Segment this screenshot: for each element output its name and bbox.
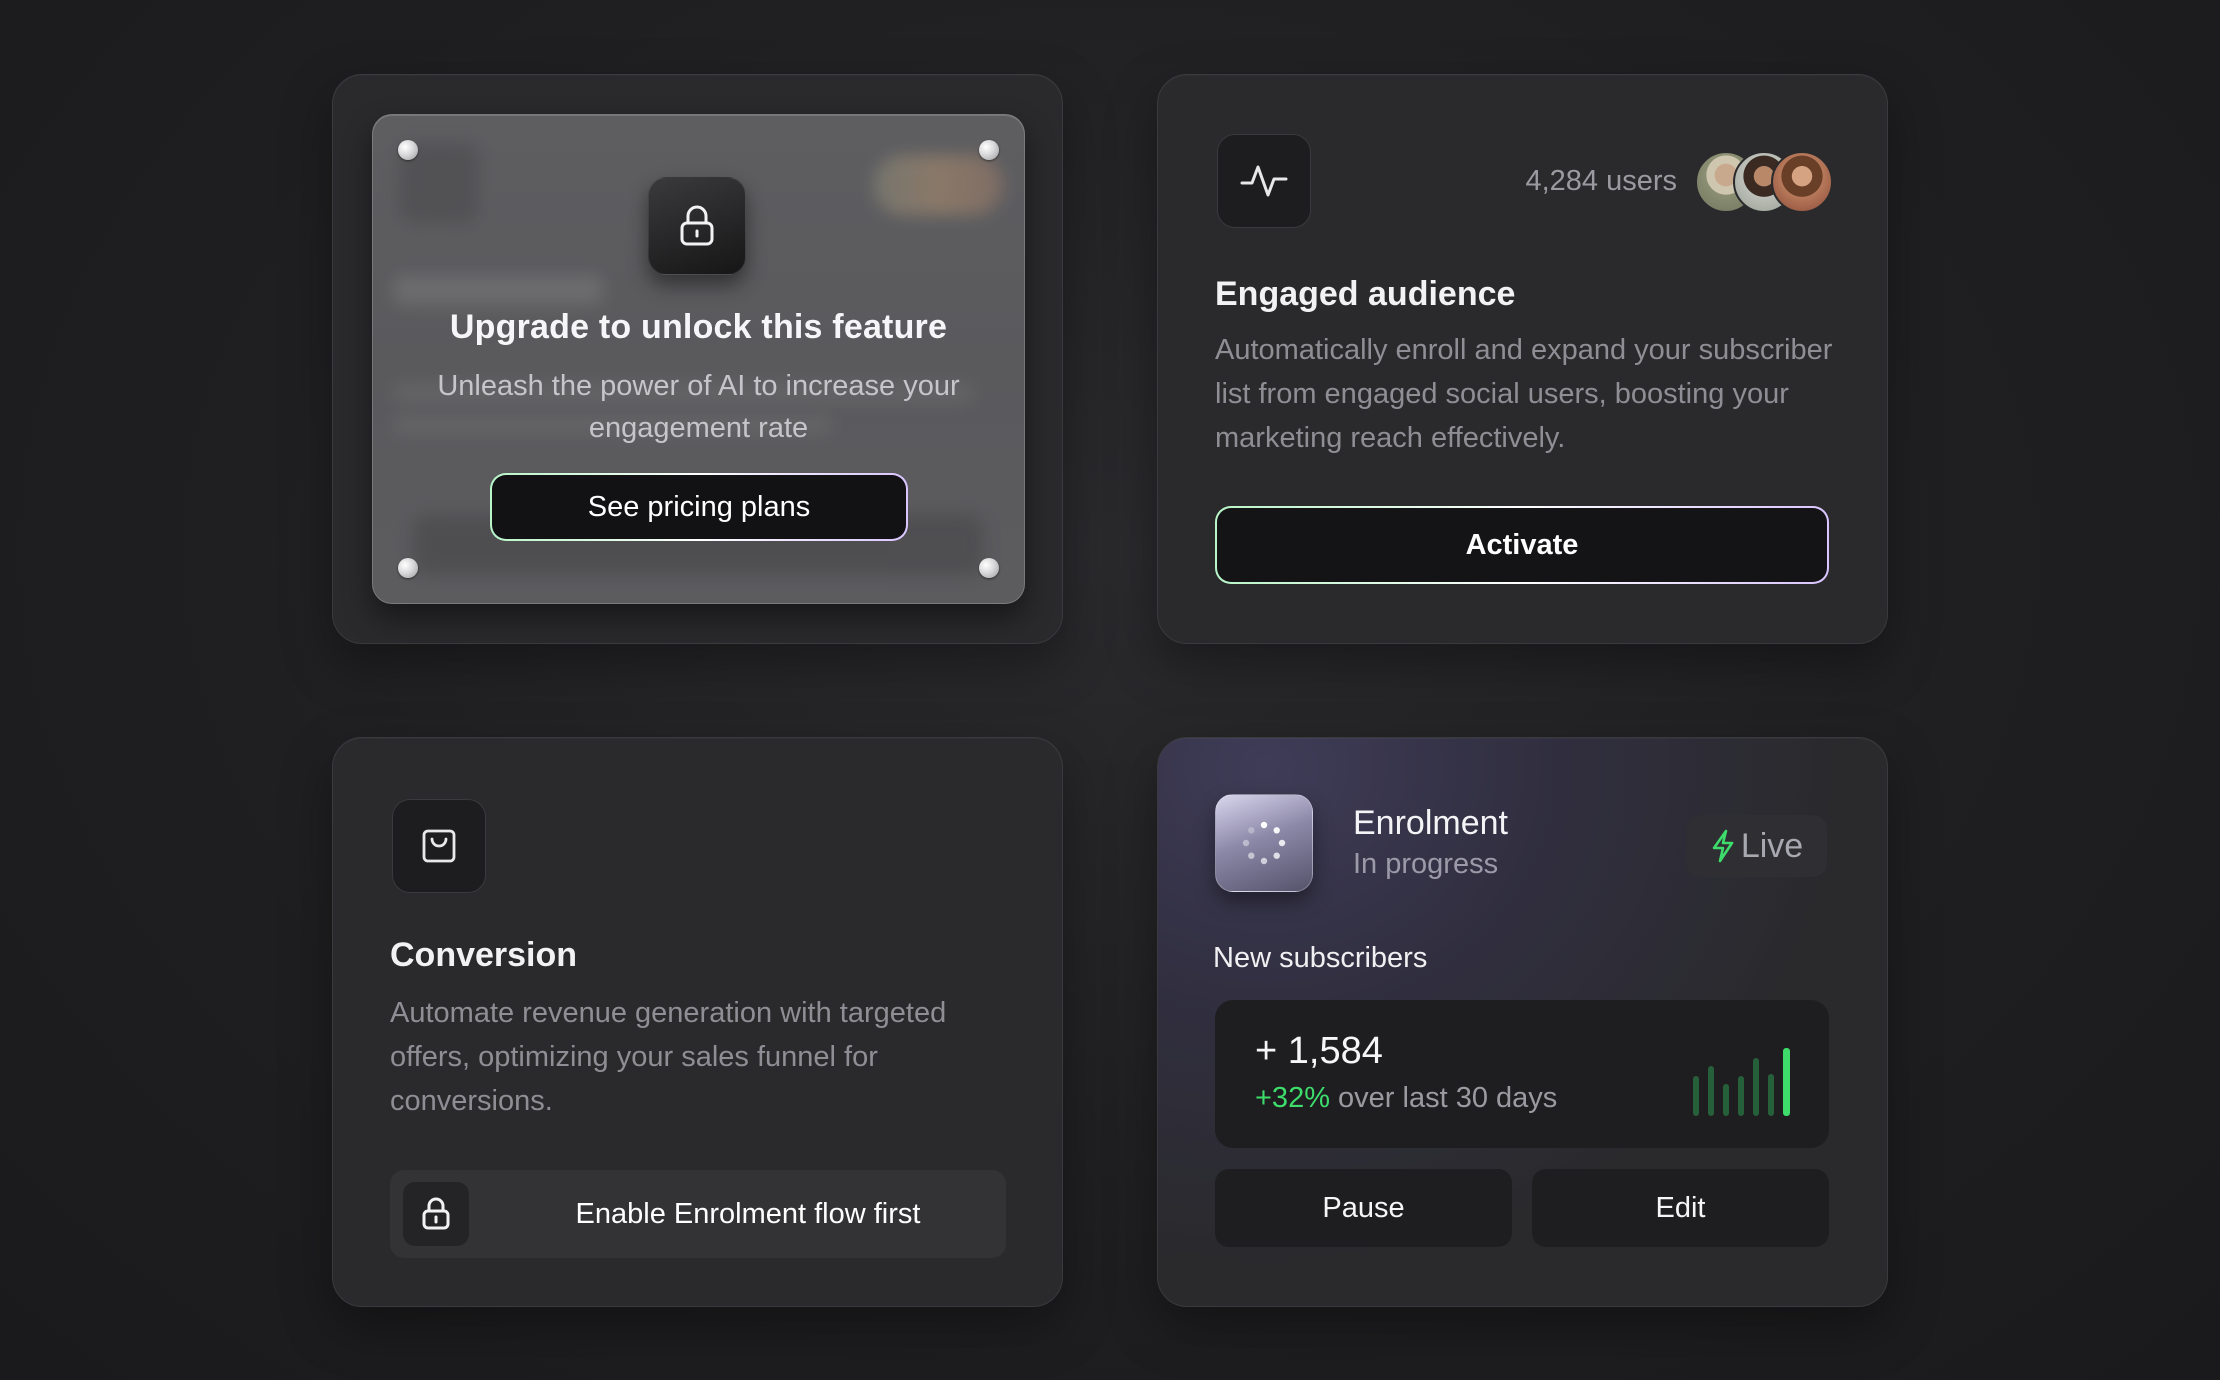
conversion-description: Automate revenue generation with targete… — [390, 997, 947, 1117]
blurred-title-placeholder — [393, 275, 603, 305]
lock-icon — [648, 177, 746, 275]
growth-period: over last 30 days — [1338, 1082, 1558, 1114]
activate-button[interactable]: Activate — [1215, 506, 1829, 584]
conversion-card: Conversion Automate revenue generation w… — [332, 737, 1063, 1307]
mini-bar — [1708, 1066, 1714, 1116]
edit-button[interactable]: Edit — [1532, 1169, 1829, 1247]
subscribers-stats-panel: + 1,584 +32% over last 30 days — [1215, 1000, 1829, 1148]
mini-bar — [1753, 1058, 1759, 1116]
new-subscribers-value: + 1,584 — [1255, 1030, 1383, 1072]
mini-bar — [1738, 1076, 1744, 1116]
live-label: Live — [1740, 826, 1804, 865]
upgrade-card: Upgrade to unlock this feature Unleash t… — [332, 74, 1063, 644]
enable-enrolment-flow-label: Enable Enrolment flow first — [575, 1197, 921, 1230]
enrolment-title: Enrolment — [1353, 804, 1508, 842]
lock-icon — [403, 1182, 469, 1246]
mini-bar-chart — [1693, 1036, 1803, 1116]
mini-bar — [1783, 1048, 1790, 1116]
lightning-icon — [1712, 829, 1734, 863]
shopping-bag-icon — [392, 799, 486, 893]
engaged-audience-card: 4,284 users Engaged audience Automatical… — [1157, 74, 1888, 644]
new-subscribers-label: New subscribers — [1213, 942, 1428, 974]
screw-icon — [398, 558, 418, 578]
locked-feature-overlay: Upgrade to unlock this feature Unleash t… — [372, 114, 1025, 604]
avatar — [1771, 151, 1833, 213]
blurred-avatars-placeholder — [873, 155, 1003, 215]
upgrade-title: Upgrade to unlock this feature — [449, 308, 948, 346]
upgrade-subtitle: Unleash the power of AI to increase your… — [437, 370, 960, 444]
live-status-badge: Live — [1687, 815, 1827, 877]
activity-icon — [1217, 134, 1311, 228]
enrolment-card: Enrolment In progress Live New subscribe… — [1157, 737, 1888, 1307]
screw-icon — [979, 140, 999, 160]
mini-bar — [1723, 1084, 1729, 1116]
engaged-audience-title: Engaged audience — [1215, 275, 1516, 313]
enable-enrolment-flow-button[interactable]: Enable Enrolment flow first — [390, 1170, 1006, 1258]
growth-delta: +32% over last 30 days — [1255, 1082, 1557, 1115]
loading-spinner-icon — [1215, 794, 1313, 892]
enrolment-status: In progress — [1353, 848, 1499, 880]
screw-icon — [398, 140, 418, 160]
engaged-audience-description: Automatically enroll and expand your sub… — [1215, 334, 1833, 454]
screw-icon — [979, 558, 999, 578]
mini-bar — [1768, 1074, 1774, 1116]
pause-button[interactable]: Pause — [1215, 1169, 1512, 1247]
mini-bar — [1693, 1076, 1699, 1116]
see-pricing-plans-button[interactable]: See pricing plans — [490, 473, 908, 541]
conversion-title: Conversion — [390, 936, 578, 974]
avatar-stack — [1695, 151, 1835, 215]
growth-percent: +32% — [1255, 1082, 1330, 1114]
users-count: 4,284 users — [1525, 165, 1677, 197]
